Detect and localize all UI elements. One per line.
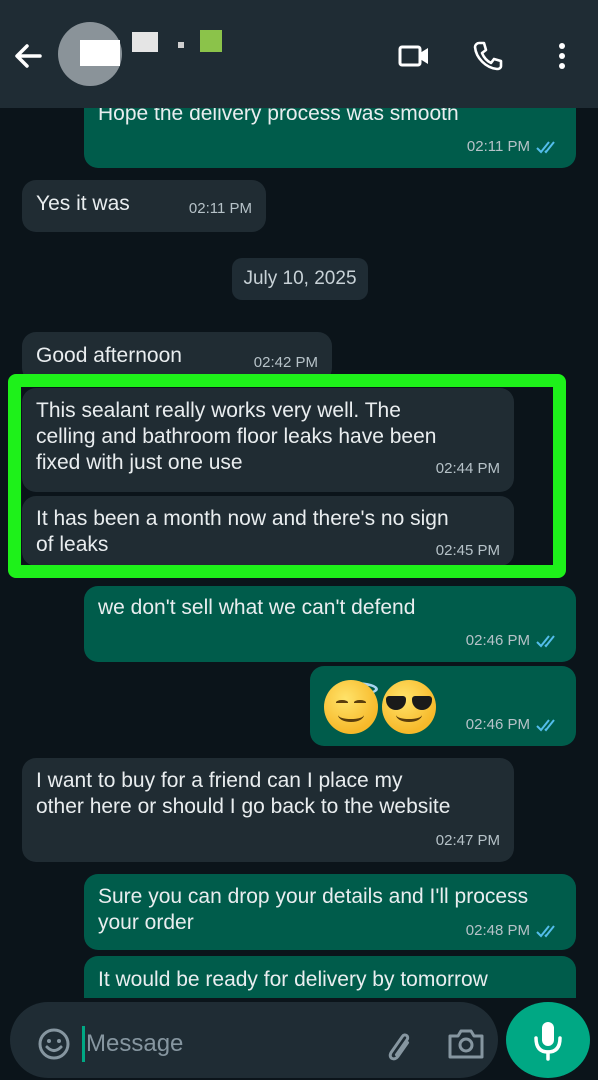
message-meta: 02:46 PM (466, 627, 562, 654)
message-text: we don't sell what we can't defend (98, 596, 416, 619)
more-vert-icon[interactable] (544, 38, 580, 74)
message-time: 02:11 PM (188, 200, 252, 217)
message-time: 02:48 PM (465, 922, 530, 939)
message-text: This sealant really works very well. The… (36, 398, 436, 476)
microphone-button[interactable] (506, 1002, 590, 1078)
emoji-icon[interactable] (36, 1026, 72, 1062)
composer-bar (0, 998, 598, 1080)
message-meta: 02:42 PM (254, 349, 318, 376)
message-bubble-outgoing[interactable]: It would be ready for delivery by tomorr… (84, 956, 576, 1000)
message-text: I want to buy for a friend can I place m… (36, 768, 450, 820)
message-line: your order (98, 911, 194, 934)
message-text: It would be ready for delivery by tomorr… (98, 968, 488, 991)
double-check-icon (536, 924, 555, 937)
message-meta: 02:44 PM (436, 455, 500, 482)
message-meta: 02:11 PM (189, 195, 252, 222)
text-cursor (82, 1026, 85, 1062)
message-text: It has been a month now and there's no s… (36, 506, 449, 558)
smiling-face-with-sunglasses-emoji (382, 680, 436, 734)
message-line: Sure you can drop your details and I'll … (98, 885, 529, 908)
message-bubble-incoming[interactable]: This sealant really works very well. The… (22, 388, 514, 492)
paperclip-icon[interactable] (382, 1026, 418, 1066)
date-separator: July 10, 2025 (232, 258, 368, 300)
message-input-container[interactable] (10, 1002, 498, 1078)
phone-icon[interactable] (470, 38, 506, 74)
message-text: Sure you can drop your details and I'll … (98, 884, 528, 936)
contact-name[interactable] (130, 30, 230, 60)
message-time: 02:46 PM (465, 716, 530, 733)
message-bubble-incoming[interactable]: Yes it was 02:11 PM (22, 180, 266, 232)
double-check-icon (536, 634, 555, 647)
double-check-icon (536, 140, 555, 153)
date-label: July 10, 2025 (243, 268, 357, 289)
message-bubble-incoming[interactable]: It has been a month now and there's no s… (22, 496, 514, 566)
message-input[interactable] (86, 1022, 366, 1066)
message-meta: 02:11 PM (467, 133, 562, 160)
message-meta: 02:45 PM (436, 537, 500, 564)
message-line: celling and bathroom floor leaks have be… (36, 425, 437, 448)
message-bubble-incoming[interactable]: I want to buy for a friend can I place m… (22, 758, 514, 862)
message-time: 02:45 PM (435, 542, 500, 559)
message-time: 02:11 PM (466, 138, 530, 155)
double-check-icon (536, 718, 555, 731)
message-time: 02:42 PM (253, 354, 318, 371)
message-line: of leaks (36, 533, 109, 556)
message-line: fixed with just one use (36, 451, 243, 474)
message-meta: 02:48 PM (466, 917, 562, 944)
message-bubble-outgoing[interactable]: we don't sell what we can't defend 02:46… (84, 586, 576, 662)
avatar[interactable] (58, 22, 122, 86)
message-bubble-incoming[interactable]: Good afternoon 02:42 PM (22, 332, 332, 382)
smiling-face-with-halo-emoji (324, 680, 378, 734)
chat-area[interactable]: Hope the delivery process was smooth 02:… (0, 0, 598, 1000)
message-time: 02:44 PM (435, 460, 500, 477)
message-text: Good afternoon (36, 344, 182, 367)
message-line: I want to buy for a friend can I place m… (36, 769, 403, 792)
message-line: This sealant really works very well. The (36, 399, 401, 422)
message-line: It has been a month now and there's no s… (36, 507, 449, 530)
video-camera-icon[interactable] (396, 38, 432, 74)
message-line: other here or should I go back to the we… (36, 795, 451, 818)
message-text: Yes it was (36, 192, 130, 215)
arrow-left-icon[interactable] (10, 38, 46, 74)
message-time: 02:47 PM (435, 832, 500, 849)
camera-icon[interactable] (446, 1026, 486, 1062)
microphone-icon (534, 1022, 562, 1061)
chat-header (0, 0, 598, 108)
message-meta: 02:47 PM (436, 827, 500, 854)
message-meta: 02:46 PM (466, 711, 562, 738)
message-time: 02:46 PM (465, 632, 530, 649)
message-bubble-outgoing[interactable]: Sure you can drop your details and I'll … (84, 874, 576, 950)
